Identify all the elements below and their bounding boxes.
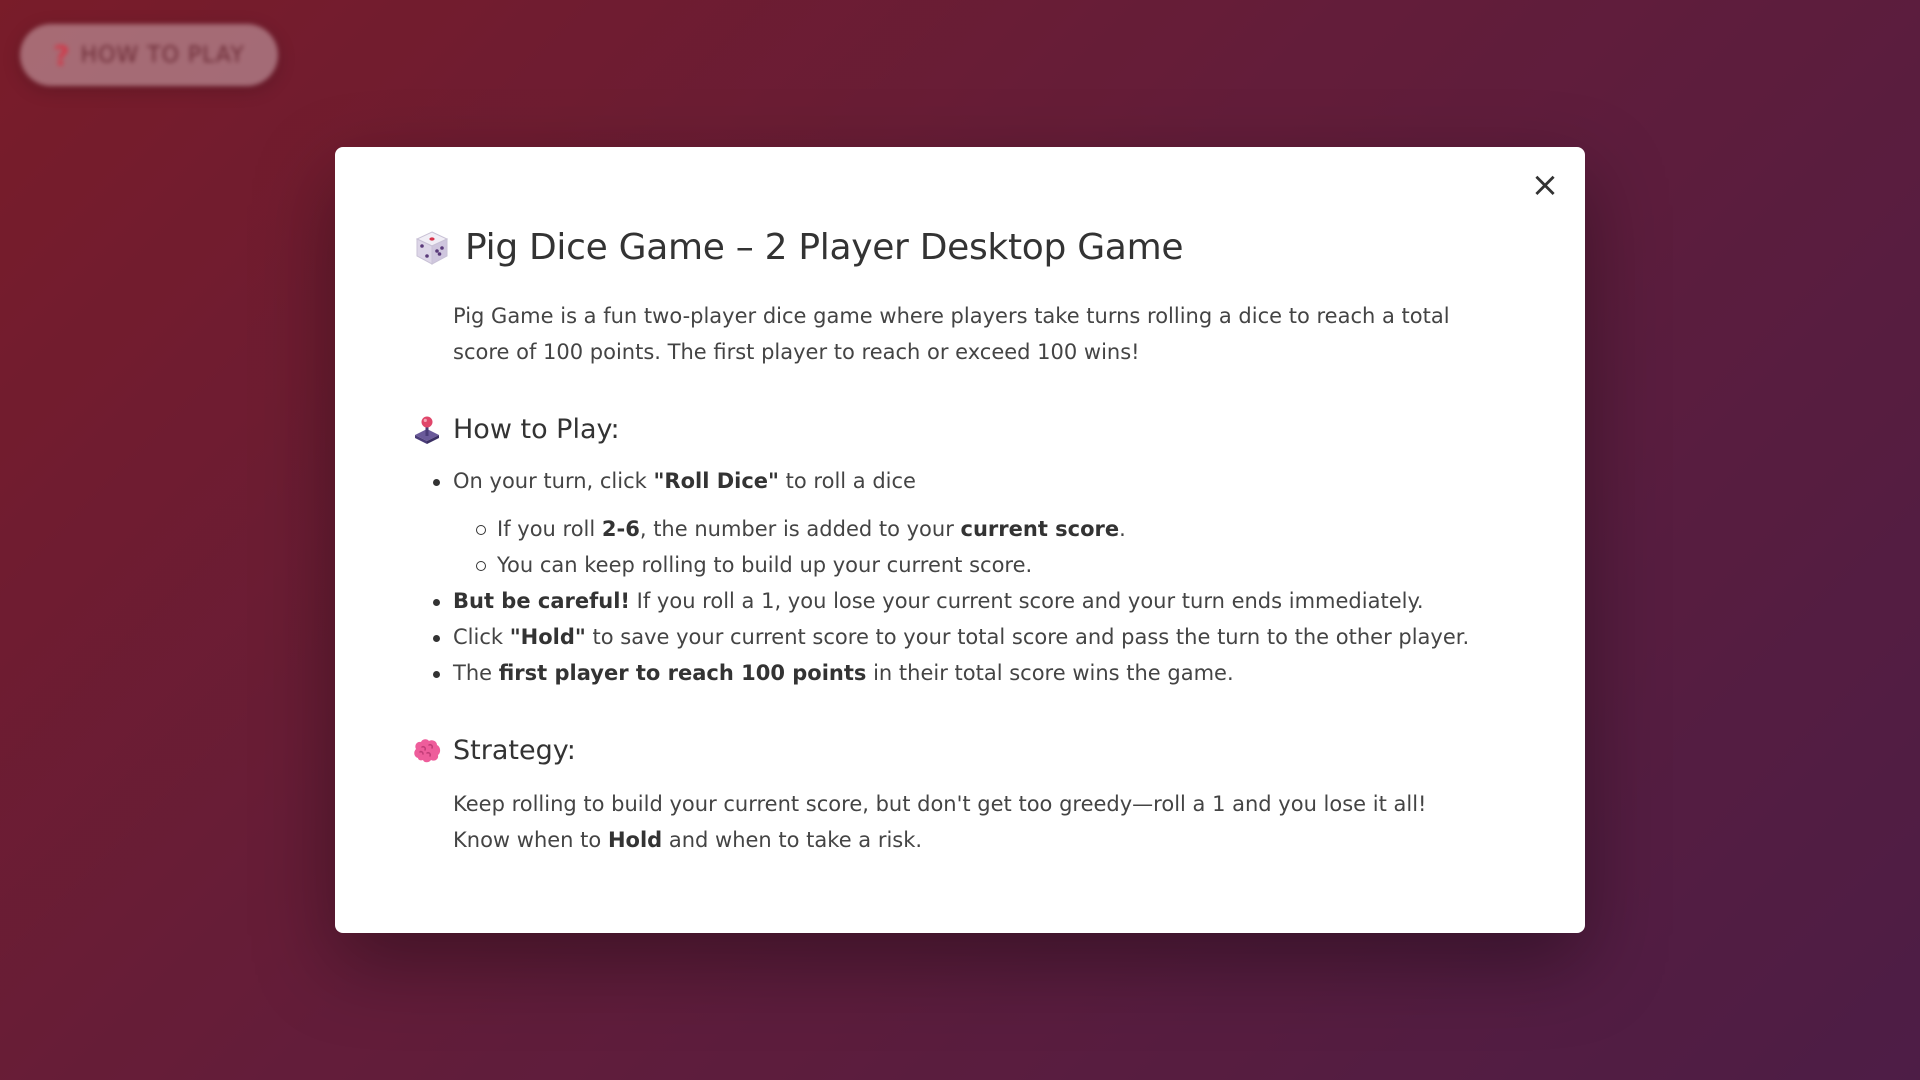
rule-emphasis: "Roll Dice" <box>653 469 779 493</box>
rule-emphasis: current score <box>960 517 1120 541</box>
rule-text: The <box>453 661 499 685</box>
rule-emphasis: "Hold" <box>509 625 586 649</box>
title-text: Pig Dice Game – 2 Player Desktop Game <box>465 227 1184 268</box>
rule-text: You can keep rolling to build up your cu… <box>497 553 1033 577</box>
list-item: The first player to reach 100 points in … <box>433 655 1495 691</box>
strategy-emphasis: Hold <box>607 828 663 852</box>
rule-emphasis: But be careful! <box>453 589 630 613</box>
rule-text: to save your current score to your total… <box>585 625 1470 649</box>
how-to-play-modal: × Pig Dice Game – 2 Player Desktop Game … <box>335 147 1585 933</box>
strategy-line-1: Keep rolling to build your current score… <box>453 792 1427 816</box>
rule-text: On your turn, click <box>453 469 654 493</box>
joystick-icon <box>413 415 441 445</box>
strategy-text: Keep rolling to build your current score… <box>453 786 1495 858</box>
list-item: Click "Hold" to save your current score … <box>433 619 1495 655</box>
modal-title: Pig Dice Game – 2 Player Desktop Game <box>413 227 1495 268</box>
how-to-play-heading: How to Play: <box>413 414 1495 445</box>
how-to-play-label: HOW TO PLAY <box>80 42 245 68</box>
rule-text: If you roll <box>497 517 602 541</box>
rule-emphasis: 2-6 <box>601 517 640 541</box>
close-button[interactable]: × <box>1527 167 1563 203</box>
brain-icon <box>413 738 441 764</box>
rule-emphasis: first player to reach 100 points <box>498 661 867 685</box>
strategy-heading: Strategy: <box>413 735 1495 766</box>
rule-text: to roll a dice <box>779 469 916 493</box>
strategy-line-2: Know when to Hold and when to take a ris… <box>453 822 1495 858</box>
rule-text: Click <box>453 625 510 649</box>
rule-text: If you roll a 1, you lose your current s… <box>629 589 1424 613</box>
list-item: But be careful! If you roll a 1, you los… <box>433 583 1495 619</box>
list-item: You can keep rolling to build up your cu… <box>476 547 1495 583</box>
strategy-text-part: and when to take a risk. <box>662 828 923 852</box>
strategy-heading-text: Strategy: <box>453 735 576 766</box>
modal-content: Pig Dice Game – 2 Player Desktop Game Pi… <box>413 227 1495 858</box>
list-item: On your turn, click "Roll Dice" to roll … <box>433 463 1495 583</box>
die-icon <box>413 229 451 267</box>
question-mark-icon: ? <box>53 38 71 72</box>
list-item: If you roll 2-6, the number is added to … <box>476 511 1495 547</box>
rules-list: On your turn, click "Roll Dice" to roll … <box>433 463 1495 691</box>
rule-text: , the number is added to your <box>639 517 961 541</box>
how-to-play-heading-text: How to Play: <box>453 414 620 445</box>
rule-text: in their total score wins the game. <box>866 661 1234 685</box>
intro-text: Pig Game is a fun two-player dice game w… <box>453 304 1450 364</box>
rule-text: . <box>1119 517 1126 541</box>
how-to-play-button: ? HOW TO PLAY <box>20 24 278 86</box>
strategy-text-part: Know when to <box>453 828 608 852</box>
sub-rules-list: If you roll 2-6, the number is added to … <box>476 511 1495 583</box>
